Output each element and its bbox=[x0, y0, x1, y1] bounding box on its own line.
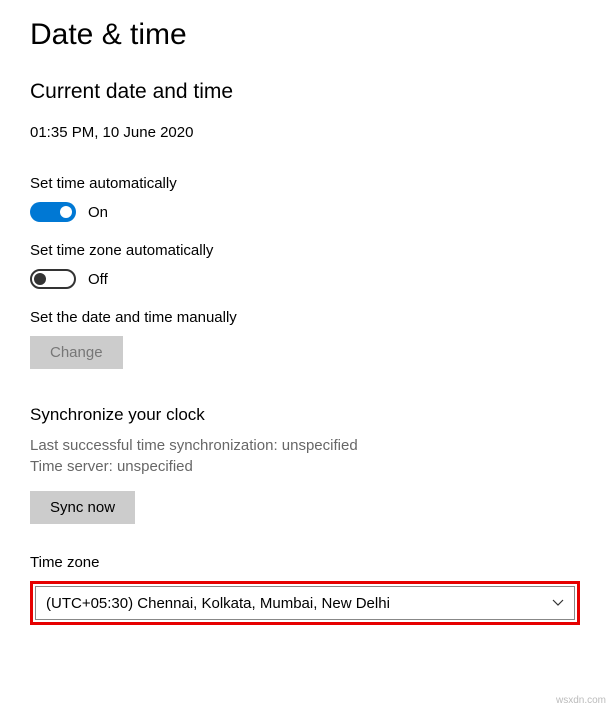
timezone-selected-text: (UTC+05:30) Chennai, Kolkata, Mumbai, Ne… bbox=[46, 595, 390, 612]
timezone-dropdown[interactable]: (UTC+05:30) Chennai, Kolkata, Mumbai, Ne… bbox=[35, 586, 575, 620]
section-current-datetime: Current date and time bbox=[30, 80, 580, 104]
set-timezone-auto-label: Set time zone automatically bbox=[30, 242, 580, 259]
toggle-knob bbox=[60, 206, 72, 218]
chevron-down-icon bbox=[552, 597, 564, 609]
set-timezone-auto-state: Off bbox=[88, 271, 108, 288]
sync-server-info: Time server: unspecified bbox=[30, 456, 580, 477]
change-button[interactable]: Change bbox=[30, 336, 123, 369]
current-datetime-value: 01:35 PM, 10 June 2020 bbox=[30, 124, 580, 141]
set-time-auto-label: Set time automatically bbox=[30, 175, 580, 192]
timezone-highlight-box: (UTC+05:30) Chennai, Kolkata, Mumbai, Ne… bbox=[30, 581, 580, 625]
timezone-label: Time zone bbox=[30, 554, 580, 571]
page-title: Date & time bbox=[30, 18, 580, 52]
sync-last-info: Last successful time synchronization: un… bbox=[30, 435, 580, 456]
sync-now-button[interactable]: Sync now bbox=[30, 491, 135, 524]
toggle-knob bbox=[34, 273, 46, 285]
set-time-auto-state: On bbox=[88, 204, 108, 221]
manual-set-label: Set the date and time manually bbox=[30, 309, 580, 326]
set-time-auto-toggle[interactable] bbox=[30, 202, 76, 222]
watermark: wsxdn.com bbox=[556, 695, 606, 706]
set-timezone-auto-toggle[interactable] bbox=[30, 269, 76, 289]
sync-title: Synchronize your clock bbox=[30, 405, 580, 425]
